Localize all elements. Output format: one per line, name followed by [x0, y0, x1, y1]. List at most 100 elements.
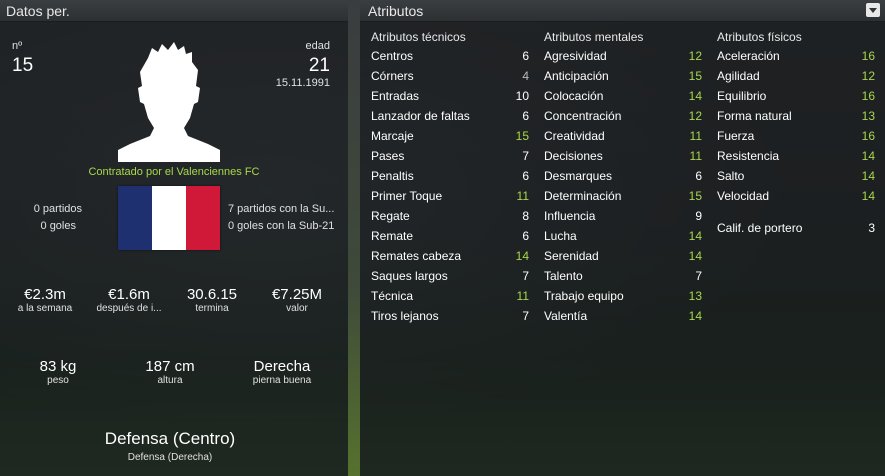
u21-goals: 0 goles con la Sub-21: [228, 220, 335, 232]
mental-attribute-row[interactable]: Desmarques 6: [539, 166, 707, 186]
net-wage-label: después de i...: [96, 303, 162, 314]
technical-attribute-row[interactable]: Marcaje 15: [366, 126, 534, 146]
attribute-label: Resistencia: [717, 149, 780, 163]
technical-attribute-row[interactable]: Centros 6: [366, 46, 534, 66]
number-label: nº: [12, 40, 23, 52]
attribute-value: 6: [522, 49, 529, 63]
mental-attribute-row[interactable]: Talento 7: [539, 266, 707, 286]
physical-attribute-row[interactable]: Forma natural 13: [712, 106, 880, 126]
attribute-label: Serenidad: [544, 249, 599, 263]
attribute-value: 6: [522, 169, 529, 183]
attribute-value: 14: [515, 249, 529, 263]
flag-stripe-red: [186, 186, 220, 250]
player-silhouette: [118, 42, 220, 162]
physical-attribute-row[interactable]: Aceleración 16: [712, 46, 880, 66]
attribute-label: Forma natural: [717, 109, 792, 123]
attribute-value: 9: [695, 209, 702, 223]
attribute-value: 6: [522, 229, 529, 243]
attribute-label: Aceleración: [717, 49, 780, 63]
nationality-flag: [118, 186, 220, 250]
attribute-label: Creatividad: [544, 129, 605, 143]
technical-attribute-row[interactable]: Entradas 10: [366, 86, 534, 106]
attribute-label: Pases: [371, 149, 405, 163]
technical-title: Atributos técnicos: [371, 30, 466, 44]
attributes-panel: Atributos Atributos técnicos Centros 6 Cór…: [360, 0, 885, 476]
main-position: Defensa (Centro): [104, 429, 236, 448]
attribute-label: Talento: [544, 269, 583, 283]
goalkeeper-rating-value: 3: [868, 221, 875, 235]
mental-attribute-row[interactable]: Concentración 12: [539, 106, 707, 126]
attribute-value: 8: [522, 209, 529, 223]
attribute-label: Decisiones: [544, 149, 603, 163]
mental-attribute-row[interactable]: Creatividad 11: [539, 126, 707, 146]
mental-list: Agresividad 12 Anticipación 15 Colocación 14 C…: [539, 46, 707, 326]
mental-attribute-row[interactable]: Valentía 14: [539, 306, 707, 326]
technical-attribute-row[interactable]: Córners 4: [366, 66, 534, 86]
attribute-label: Remate: [371, 229, 414, 243]
technical-attribute-row[interactable]: Penaltis 6: [366, 166, 534, 186]
attribute-value: 12: [688, 109, 702, 123]
preferred-foot-label: pierna buena: [252, 375, 312, 386]
attribute-value: 12: [861, 69, 875, 83]
attribute-value: 14: [688, 249, 702, 263]
attribute-value: 16: [861, 89, 875, 103]
mental-column: Atributos mentales Agresividad 12 Anticipa…: [539, 30, 707, 326]
attribute-label: Desmarques: [544, 169, 613, 183]
market-value-label: valor: [286, 303, 308, 314]
physical-attribute-row[interactable]: Fuerza 16: [712, 126, 880, 146]
technical-attribute-row[interactable]: Tiros lejanos 7: [366, 306, 534, 326]
physical-attribute-row[interactable]: Equilibrio 16: [712, 86, 880, 106]
personal-details-header: Datos per.: [0, 0, 348, 22]
physical-attribute-row[interactable]: Salto 14: [712, 166, 880, 186]
mental-attribute-row[interactable]: Agresividad 12: [539, 46, 707, 66]
attribute-value: 16: [861, 129, 875, 143]
age-value: 21: [308, 55, 330, 76]
attribute-label: Primer Toque: [371, 189, 443, 203]
attribute-value: 11: [516, 189, 529, 203]
mental-title: Atributos mentales: [544, 30, 644, 44]
physical-column: Atributos físicos Aceleración 16 Agilidad 1…: [712, 30, 880, 238]
mental-attribute-row[interactable]: Serenidad 14: [539, 246, 707, 266]
technical-attribute-row[interactable]: Remates cabeza 14: [366, 246, 534, 266]
mental-attribute-row[interactable]: Influencia 9: [539, 206, 707, 226]
preferred-foot-value: Derecha: [253, 358, 311, 375]
mental-attribute-row[interactable]: Lucha 14: [539, 226, 707, 246]
technical-attribute-row[interactable]: Primer Toque 11: [366, 186, 534, 206]
mental-attribute-row[interactable]: Anticipación 15: [539, 66, 707, 86]
attribute-label: Saques largos: [371, 269, 448, 283]
technical-attribute-row[interactable]: Técnica 11: [366, 286, 534, 306]
attribute-label: Salto: [717, 169, 745, 183]
attribute-value: 14: [688, 89, 702, 103]
technical-attribute-row[interactable]: Remate 6: [366, 226, 534, 246]
flag-stripe-blue: [118, 186, 152, 250]
attribute-label: Penaltis: [371, 169, 414, 183]
technical-attribute-row[interactable]: Lanzador de faltas 6: [366, 106, 534, 126]
physical-attribute-row[interactable]: Velocidad 14: [712, 186, 880, 206]
attribute-label: Remates cabeza: [371, 249, 462, 263]
market-value-block: €7.25M valor: [254, 286, 340, 314]
technical-attribute-row[interactable]: Saques largos 7: [366, 266, 534, 286]
contract-end-label: termina: [195, 303, 229, 314]
mental-attribute-row[interactable]: Colocación 14: [539, 86, 707, 106]
attribute-label: Influencia: [544, 209, 596, 223]
market-value: €7.25M: [271, 286, 323, 303]
attribute-label: Centros: [371, 49, 414, 63]
physical-attribute-row[interactable]: Resistencia 14: [712, 146, 880, 166]
technical-attribute-row[interactable]: Regate 8: [366, 206, 534, 226]
technical-attribute-row[interactable]: Pases 7: [366, 146, 534, 166]
attribute-value: 15: [688, 189, 702, 203]
attribute-value: 14: [688, 229, 702, 243]
attribute-label: Lucha: [544, 229, 577, 243]
attribute-value: 11: [516, 289, 529, 303]
panel-menu-dropdown-icon[interactable]: [866, 3, 880, 17]
attribute-value: 16: [861, 49, 875, 63]
technical-column: Atributos técnicos Centros 6 Córners 4 Entra…: [366, 30, 534, 326]
weight-value: 83 kg: [39, 358, 77, 375]
physical-attribute-row[interactable]: Agilidad 12: [712, 66, 880, 86]
mental-attribute-row[interactable]: Trabajo equipo 13: [539, 286, 707, 306]
mental-attribute-row[interactable]: Decisiones 11: [539, 146, 707, 166]
attribute-label: Valentía: [544, 309, 588, 323]
birthdate: 15.11.1991: [275, 77, 330, 89]
attribute-label: Determinación: [544, 189, 622, 203]
mental-attribute-row[interactable]: Determinación 15: [539, 186, 707, 206]
